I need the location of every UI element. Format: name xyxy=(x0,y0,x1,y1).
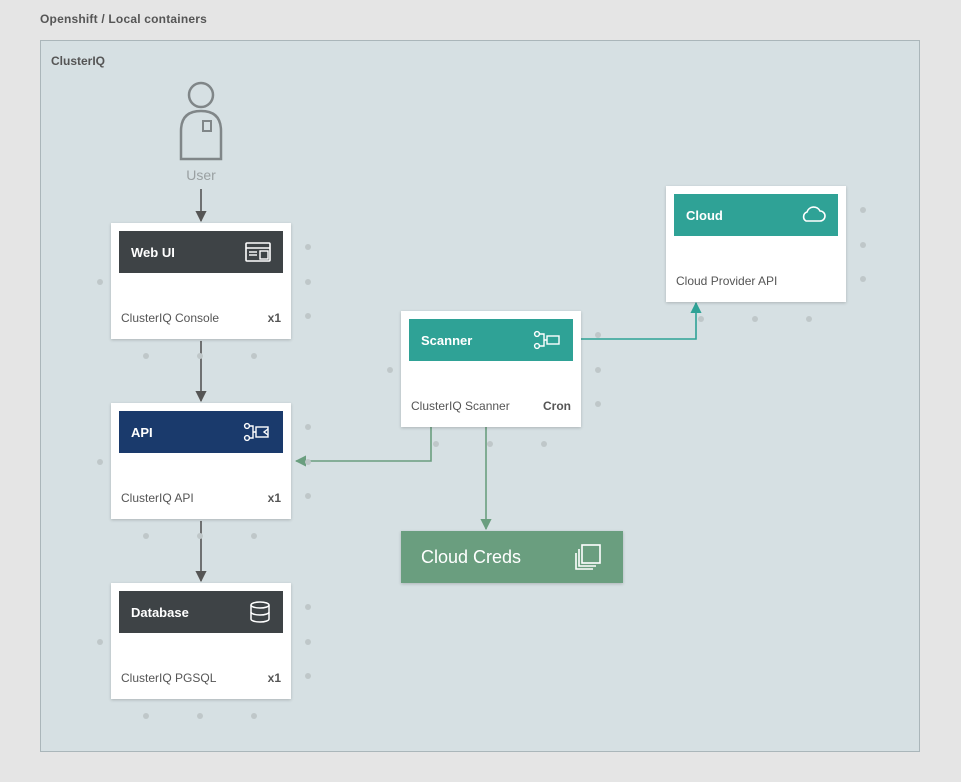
user-actor-label: User xyxy=(171,167,231,183)
clusteriq-frame: ClusterIQ User xyxy=(40,40,920,752)
cloud-icon xyxy=(798,206,826,224)
files-stack-icon xyxy=(573,542,603,572)
node-web-ui-tag: x1 xyxy=(268,311,281,325)
node-web-ui-header: Web UI xyxy=(119,231,283,273)
node-api-title: API xyxy=(131,425,153,440)
user-actor-icon xyxy=(171,81,231,161)
node-cloud-title: Cloud xyxy=(686,208,723,223)
node-database-header: Database xyxy=(119,591,283,633)
edge-scanner-api xyxy=(296,426,431,461)
node-database[interactable]: Database ClusterIQ PGSQL x1 xyxy=(111,583,291,699)
node-web-ui[interactable]: Web UI ClusterIQ Console x1 xyxy=(111,223,291,339)
node-web-ui-title: Web UI xyxy=(131,245,175,260)
node-api-tag: x1 xyxy=(268,491,281,505)
api-endpoints-icon xyxy=(243,422,271,442)
node-cloud-header: Cloud xyxy=(674,194,838,236)
node-cloud[interactable]: Cloud Cloud Provider API xyxy=(666,186,846,302)
node-scanner-tag: Cron xyxy=(543,399,571,413)
node-database-title: Database xyxy=(131,605,189,620)
scanner-topology-icon xyxy=(533,330,561,350)
node-cloud-creds-title: Cloud Creds xyxy=(421,547,521,568)
node-scanner-header: Scanner xyxy=(409,319,573,361)
frame-title: ClusterIQ xyxy=(51,54,105,68)
node-database-subtitle: ClusterIQ PGSQL xyxy=(121,671,216,685)
node-scanner-subtitle: ClusterIQ Scanner xyxy=(411,399,510,413)
node-web-ui-subtitle: ClusterIQ Console xyxy=(121,311,219,325)
node-cloud-subtitle: Cloud Provider API xyxy=(676,274,777,288)
node-scanner[interactable]: Scanner ClusterIQ Scanner Cron xyxy=(401,311,581,427)
node-scanner-title: Scanner xyxy=(421,333,472,348)
node-api[interactable]: API ClusterIQ API x1 xyxy=(111,403,291,519)
node-api-header: API xyxy=(119,411,283,453)
node-database-tag: x1 xyxy=(268,671,281,685)
browser-window-icon xyxy=(245,242,271,262)
node-cloud-creds[interactable]: Cloud Creds xyxy=(401,531,623,583)
node-api-subtitle: ClusterIQ API xyxy=(121,491,194,505)
breadcrumb: Openshift / Local containers xyxy=(40,12,207,26)
database-cylinder-icon xyxy=(249,601,271,623)
